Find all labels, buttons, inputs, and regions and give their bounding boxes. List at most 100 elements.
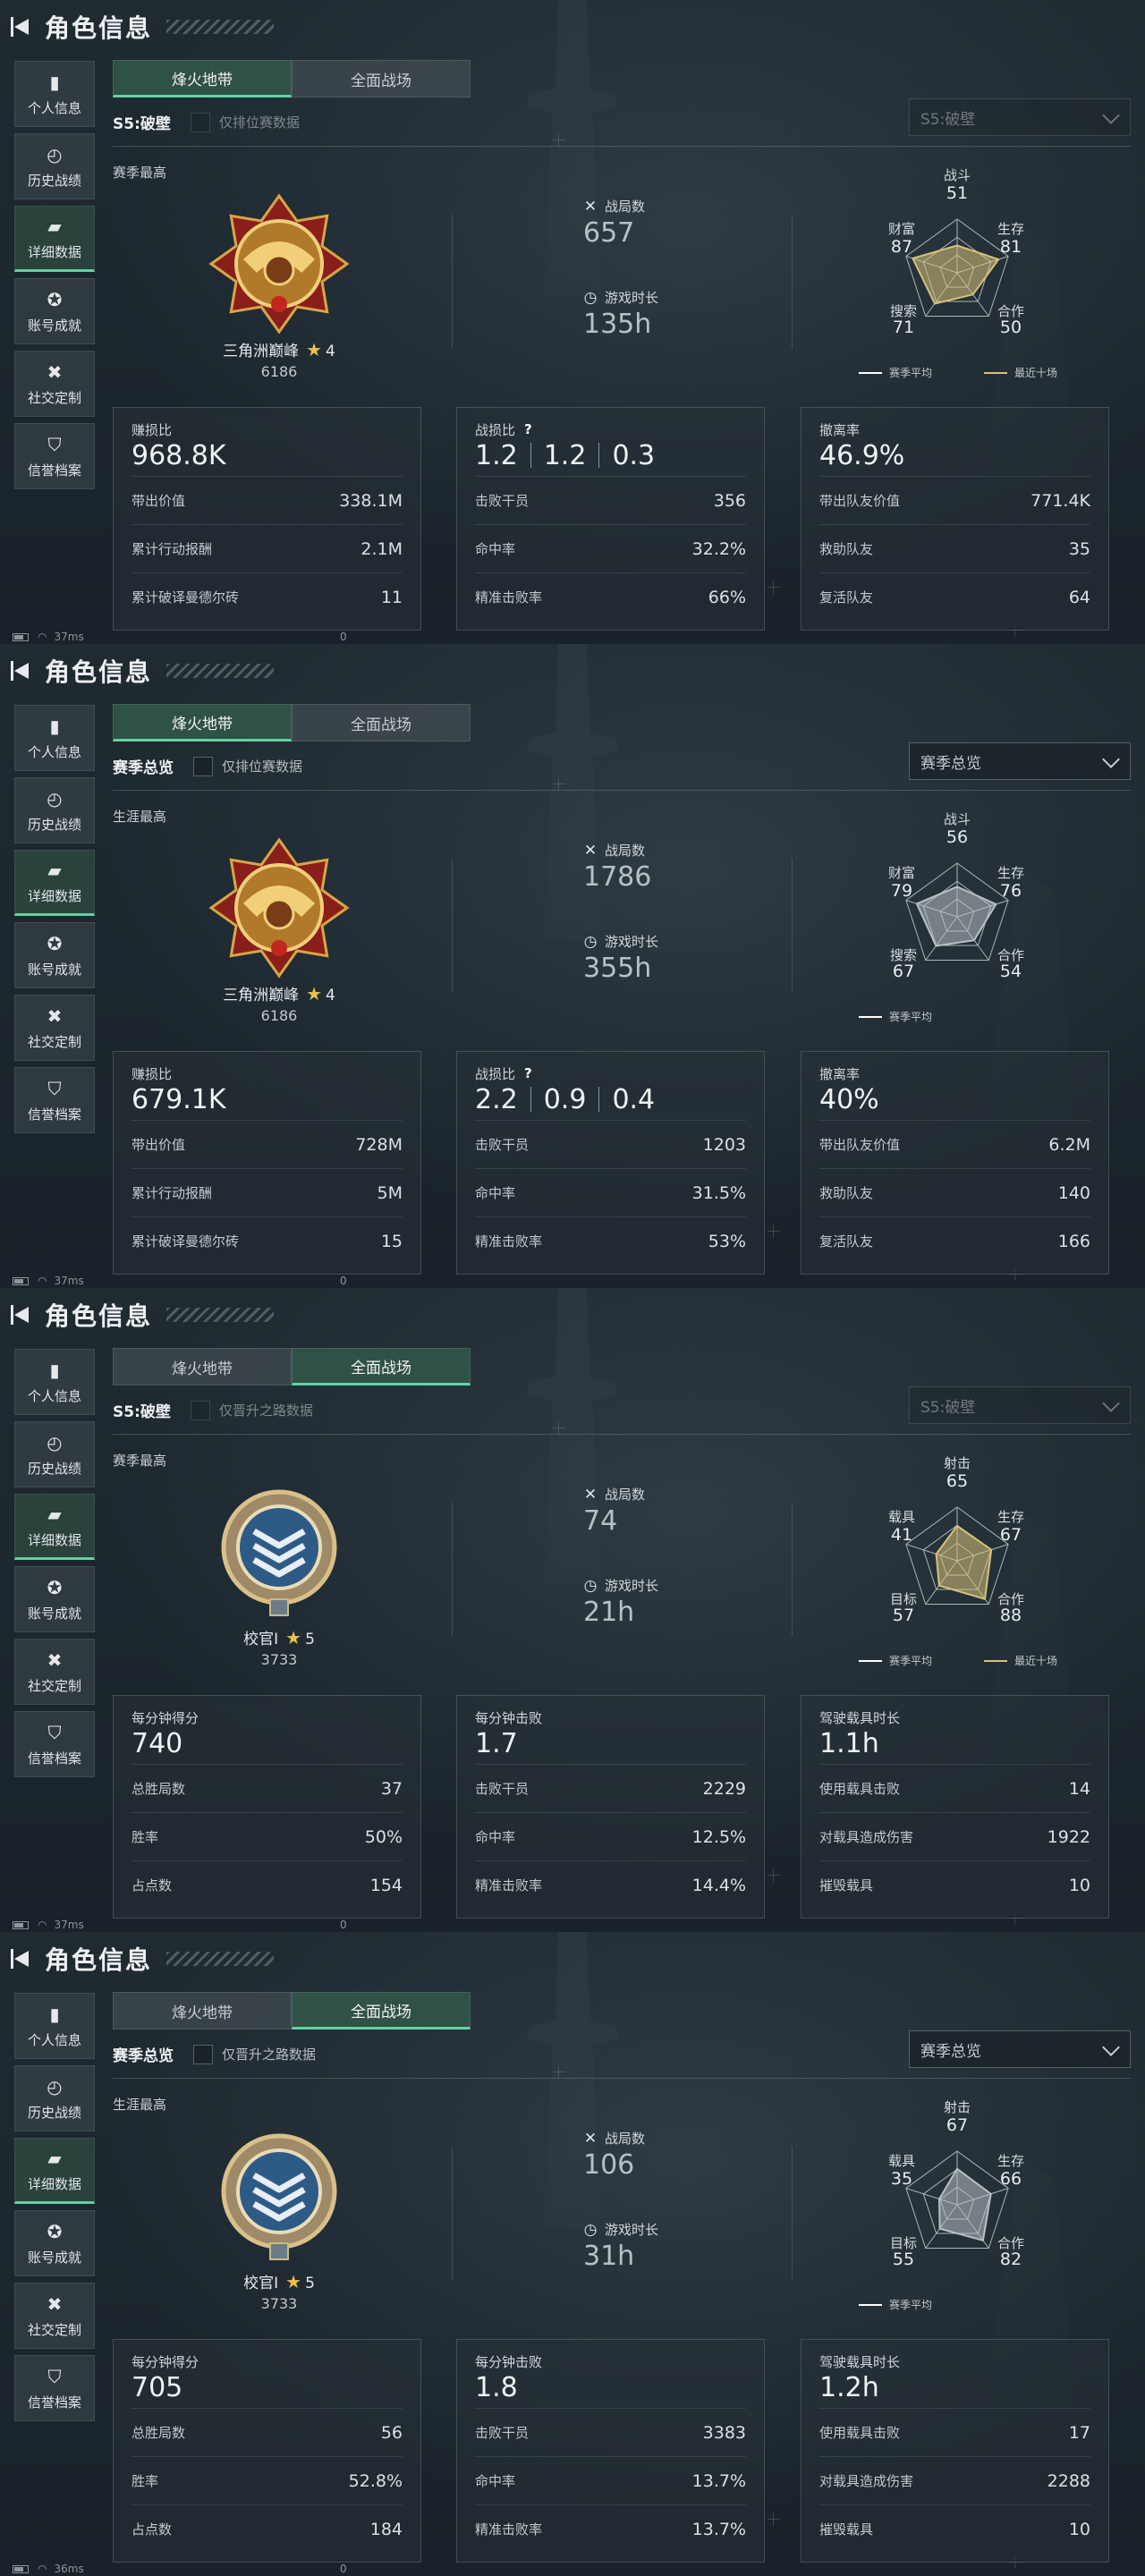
stat-row-label: 击败干员 xyxy=(475,1137,530,1153)
stat-row-value: 50% xyxy=(364,1826,403,1847)
stopwatch-icon: ◷ xyxy=(583,932,598,951)
tab-1[interactable]: 全面战场 xyxy=(292,704,471,741)
sidebar-item-1[interactable]: ◴ 历史战绩 xyxy=(14,777,95,843)
sidebar-item-2[interactable]: ▰ 详细数据 xyxy=(14,1494,95,1560)
tab-0[interactable]: 烽火地带 xyxy=(113,704,292,741)
stat-row-value: 14 xyxy=(1068,1778,1090,1799)
stat-card-main-value: 1.2h xyxy=(819,2372,1090,2408)
best-rank-label: 赛季最高 xyxy=(113,165,167,181)
help-icon[interactable]: ? xyxy=(524,422,539,436)
stat-card-title: 战损比? xyxy=(475,1064,746,1082)
sidebar-item-1[interactable]: ◴ 历史战绩 xyxy=(14,133,95,199)
ranked-only-checkbox[interactable] xyxy=(190,1400,210,1420)
main-value: 0.3 xyxy=(612,440,656,471)
stat-card-title-text: 每分钟得分 xyxy=(131,2353,199,2370)
sidebar-item-4[interactable]: ✖ 社交定制 xyxy=(14,995,95,1061)
stat-row-value: 53% xyxy=(708,1231,746,1251)
decor-crosshair xyxy=(768,1225,780,1238)
sidebar-item-label: 历史战绩 xyxy=(27,1460,81,1477)
decor-crosshair xyxy=(553,778,565,791)
decor-crosshair xyxy=(553,2066,565,2079)
radar-value-label: 87 xyxy=(890,237,913,257)
back-arrow-icon[interactable] xyxy=(11,15,34,38)
sidebar-item-1[interactable]: ◴ 历史战绩 xyxy=(14,2065,95,2131)
ranked-only-checkbox[interactable] xyxy=(193,2044,213,2064)
rank-stars: 5 xyxy=(305,1631,315,1648)
stat-row: 复活队友 166 xyxy=(819,1216,1090,1265)
legend-item: 赛季平均 xyxy=(859,1009,932,1024)
season-dropdown[interactable]: S5:破壁 xyxy=(909,1386,1131,1424)
back-arrow-icon[interactable] xyxy=(11,1947,34,1970)
sidebar-item-5[interactable]: ⛉ 信誉档案 xyxy=(14,1711,95,1777)
folder-icon: ▰ xyxy=(47,1503,62,1525)
stat-row-value: 1203 xyxy=(702,1134,746,1155)
stat-row-value: 52.8% xyxy=(348,2470,403,2491)
sidebar-item-5[interactable]: ⛉ 信誉档案 xyxy=(14,1067,95,1133)
ranked-only-checkbox[interactable] xyxy=(190,112,210,132)
mode-tabs: 烽火地带 全面战场 xyxy=(113,704,471,741)
sidebar-item-2[interactable]: ▰ 详细数据 xyxy=(14,850,95,916)
sidebar-item-label: 个人信息 xyxy=(27,743,81,760)
back-arrow-icon[interactable] xyxy=(11,659,34,682)
stopwatch-icon: ◷ xyxy=(583,1576,598,1595)
sidebar-item-2[interactable]: ▰ 详细数据 xyxy=(14,206,95,272)
stat-card-title: 撤离率 xyxy=(819,1064,1090,1082)
matches-stat: ✕ 战局数 1786 xyxy=(581,841,651,894)
tab-1[interactable]: 全面战场 xyxy=(292,1992,471,2029)
tab-1[interactable]: 全面战场 xyxy=(292,60,471,97)
star-icon: ★ xyxy=(285,2271,302,2292)
legend-label: 赛季平均 xyxy=(889,2299,933,2311)
sidebar-item-label: 社交定制 xyxy=(27,2321,81,2338)
matches-value: 657 xyxy=(583,217,635,249)
stat-row-label: 摧毁载具 xyxy=(819,1877,874,1894)
sidebar-item-3[interactable]: ✪ 账号成就 xyxy=(14,2210,95,2276)
stat-row-label: 累计行动报酬 xyxy=(131,1185,213,1201)
tab-0[interactable]: 烽火地带 xyxy=(113,1348,292,1385)
stat-row-label: 占点数 xyxy=(131,2521,173,2538)
sidebar-item-5[interactable]: ⛉ 信誉档案 xyxy=(14,2355,95,2421)
stat-row: 带出队友价值 771.4K xyxy=(819,476,1090,524)
section-divider xyxy=(792,859,793,993)
character-info-panel: 角色信息 ▮ 个人信息 ◴ 历史战绩 ▰ 详细数据 ✪ 账号成就 ✖ 社交定制 ⛉ 信誉档案 烽火地带… xyxy=(0,1288,1145,1932)
sidebar-item-3[interactable]: ✪ 账号成就 xyxy=(14,278,95,344)
sidebar-item-3[interactable]: ✪ 账号成就 xyxy=(14,1566,95,1632)
ranked-only-checkbox[interactable] xyxy=(193,756,213,776)
rank-badge-icon xyxy=(208,1476,351,1628)
sidebar-item-4[interactable]: ✖ 社交定制 xyxy=(14,2283,95,2349)
stat-row: 摧毁载具 10 xyxy=(819,1860,1090,1909)
sidebar-item-0[interactable]: ▮ 个人信息 xyxy=(14,705,95,771)
character-info-panel: 角色信息 ▮ 个人信息 ◴ 历史战绩 ▰ 详细数据 ✪ 账号成就 ✖ 社交定制 ⛉ 信誉档案 烽火地带… xyxy=(0,1932,1145,2576)
battery-icon xyxy=(13,1276,29,1285)
sidebar-item-0[interactable]: ▮ 个人信息 xyxy=(14,1993,95,2059)
stat-card-main-value: 968.8K xyxy=(131,440,403,476)
season-dropdown[interactable]: S5:破壁 xyxy=(909,98,1131,136)
rank-score: 6186 xyxy=(260,363,298,380)
stat-row-label: 复活队友 xyxy=(819,589,874,606)
stopwatch-icon: ◷ xyxy=(583,288,598,307)
sidebar-item-label: 个人信息 xyxy=(27,2031,81,2048)
sidebar-item-1[interactable]: ◴ 历史战绩 xyxy=(14,1421,95,1487)
sidebar-item-5[interactable]: ⛉ 信誉档案 xyxy=(14,423,95,489)
tab-1[interactable]: 全面战场 xyxy=(292,1348,471,1385)
sidebar-item-2[interactable]: ▰ 详细数据 xyxy=(14,2138,95,2204)
status-counter: 0 xyxy=(340,1919,347,1931)
sidebar-item-3[interactable]: ✪ 账号成就 xyxy=(14,922,95,988)
rank-name-row: 三角洲巅峰 ★ 4 xyxy=(199,982,360,1004)
season-dropdown[interactable]: 赛季总览 xyxy=(909,742,1131,780)
sidebar-item-4[interactable]: ✖ 社交定制 xyxy=(14,351,95,417)
sidebar-item-0[interactable]: ▮ 个人信息 xyxy=(14,61,95,127)
tab-0[interactable]: 烽火地带 xyxy=(113,1992,292,2029)
sidebar-item-4[interactable]: ✖ 社交定制 xyxy=(14,1639,95,1705)
stat-row: 复活队友 64 xyxy=(819,572,1090,621)
tab-0[interactable]: 烽火地带 xyxy=(113,60,292,97)
help-icon[interactable]: ? xyxy=(524,1066,539,1080)
playtime-label: 游戏时长 xyxy=(605,290,659,306)
back-arrow-icon[interactable] xyxy=(11,1303,34,1326)
radar-value-label: 50 xyxy=(999,318,1022,337)
matches-label: 战局数 xyxy=(605,2131,646,2147)
history-icon: ◴ xyxy=(47,143,63,165)
season-dropdown[interactable]: 赛季总览 xyxy=(909,2030,1131,2068)
battery-icon xyxy=(13,632,29,641)
sidebar-item-0[interactable]: ▮ 个人信息 xyxy=(14,1349,95,1415)
sidebar-item-label: 信誉档案 xyxy=(27,1106,81,1123)
